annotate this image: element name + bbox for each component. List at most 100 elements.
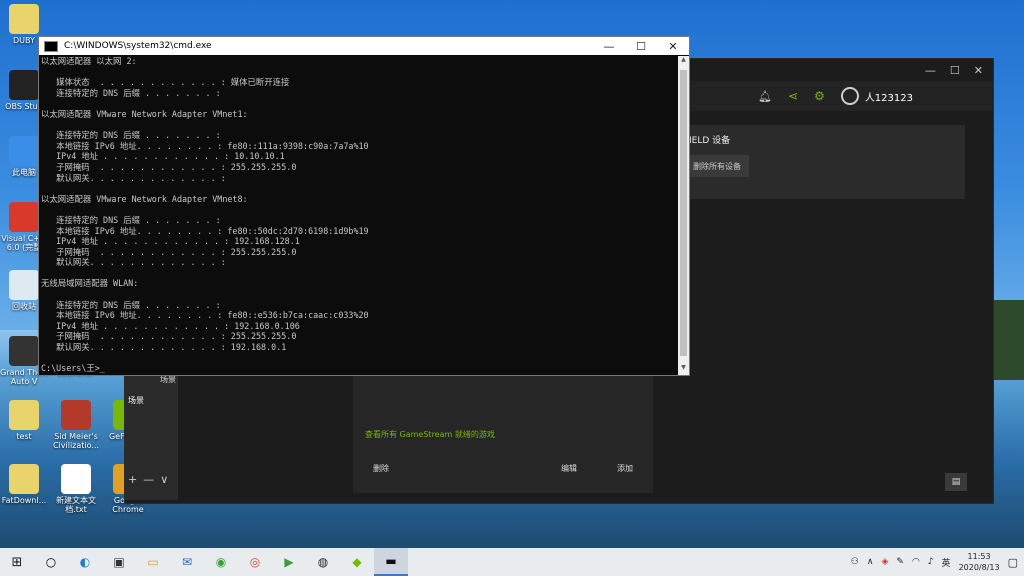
cmd-line: 以太网适配器 以太网 2:	[41, 56, 137, 66]
desktop-icon[interactable]: 新建文本文档.txt	[52, 464, 100, 514]
cmd-line: 本地链接 IPv6 地址. . . . . . . . : fe80::50dc…	[41, 225, 369, 236]
nv-close-button[interactable]: ✕	[974, 64, 983, 77]
tray-chevron-up-icon[interactable]: ∧	[867, 557, 874, 567]
media-player-icon[interactable]: ▶	[272, 548, 306, 576]
cmd-minimize-button[interactable]: —	[593, 40, 625, 53]
cmd-line: 无线局域网适配器 WLAN:	[41, 278, 139, 289]
cmd-line: IPv4 地址 . . . . . . . . . . . . : 192.16…	[41, 320, 300, 331]
desktop-app-icon	[9, 336, 39, 366]
desktop-app-icon	[9, 202, 39, 232]
edge-legacy-icon[interactable]: ◉	[204, 548, 238, 576]
cmd-window-title: C:\WINDOWS\system32\cmd.exe	[64, 41, 212, 51]
cmd-taskbar-icon[interactable]: ▬	[374, 548, 408, 576]
start-windows-icon[interactable]: ⊞	[0, 548, 34, 576]
bell-icon[interactable]: 🔔︎	[758, 90, 772, 103]
desktop-icon-label: 新建文本文档.txt	[56, 496, 96, 514]
file-explorer-icon[interactable]: ▭	[136, 548, 170, 576]
cmd-line	[41, 268, 677, 279]
cmd-close-button[interactable]: ✕	[657, 40, 689, 53]
cmd-line: 连接特定的 DNS 后缀 . . . . . . . :	[41, 214, 221, 225]
desktop-app-icon	[9, 400, 39, 430]
nv-minimize-button[interactable]: —	[925, 64, 936, 77]
remove-scene-button[interactable]: —	[143, 473, 154, 486]
clock[interactable]: 11:53 2020/8/13	[959, 551, 1000, 573]
shield-devices-panel: IELD 设备 删除所有设备	[685, 125, 965, 199]
notification-icon[interactable]: ▢	[1008, 556, 1018, 569]
shield-devices-title: IELD 设备	[689, 136, 731, 146]
desktop-icon-label: FatDownl...	[1, 496, 47, 505]
add-button[interactable]: 添加	[617, 463, 633, 474]
cmd-scrollbar[interactable]: ▲ ▼	[678, 56, 689, 375]
obs-scene-controls: + — ∨	[128, 473, 168, 486]
cmd-line: 默认网关. . . . . . . . . . . . . :	[41, 172, 226, 183]
system-tray: ⚇ ∧ ◈ ✎ ◠ ♪ 英 11:53 2020/8/13 ▢	[851, 551, 1024, 573]
ime-indicator[interactable]: 英	[942, 556, 951, 569]
cmd-line	[41, 353, 677, 364]
desktop-icon-label: test	[16, 432, 32, 441]
chat-icon[interactable]: ▤	[945, 473, 967, 491]
gamestream-games-link[interactable]: 查看所有 GameStream 就绪的游戏	[365, 429, 495, 440]
search-circle-icon[interactable]: ○	[34, 548, 68, 576]
edit-button[interactable]: 编辑	[561, 463, 577, 474]
cmd-line: 连接特定的 DNS 后缀 . . . . . . . :	[41, 130, 221, 141]
scroll-down-arrow-icon[interactable]: ▼	[678, 364, 689, 375]
settings-gear-icon[interactable]: ⚙	[814, 89, 825, 103]
add-scene-button[interactable]: +	[128, 473, 137, 486]
delete-button[interactable]: 删除	[373, 463, 389, 474]
cmd-line	[41, 183, 677, 194]
nvidia-icon[interactable]: ◆	[340, 548, 374, 576]
cmd-title-bar[interactable]: C:\WINDOWS\system32\cmd.exe — ☐ ✕	[39, 37, 689, 55]
cmd-line: IPv4 地址 . . . . . . . . . . . . : 10.10.…	[41, 151, 285, 162]
mail-icon[interactable]: ✉	[170, 548, 204, 576]
cmd-window[interactable]: C:\WINDOWS\system32\cmd.exe — ☐ ✕ 以太网适配器…	[38, 36, 690, 376]
nv-maximize-button[interactable]: ☐	[950, 64, 960, 77]
cmd-line: 连接特定的 DNS 后缀 . . . . . . . :	[41, 299, 221, 310]
cmd-line: 本地链接 IPv6 地址. . . . . . . . : fe80::111a…	[41, 140, 369, 151]
desktop-icon[interactable]: test	[0, 400, 48, 441]
cmd-line	[41, 67, 677, 78]
cmd-output[interactable]: 以太网适配器 以太网 2: 媒体状态 . . . . . . . . . . .…	[41, 56, 677, 375]
volume-icon[interactable]: ♪	[928, 557, 934, 567]
cmd-line: 连接特定的 DNS 后缀 . . . . . . . :	[41, 87, 221, 98]
desktop-icon[interactable]: Sid Meier's Civilizatio...	[52, 400, 100, 450]
chrome-icon[interactable]: ◎	[238, 548, 272, 576]
avatar	[840, 87, 859, 105]
games-panel: 查看所有 GameStream 就绪的游戏 删除 编辑 添加	[353, 375, 653, 493]
people-icon[interactable]: ⚇	[851, 557, 859, 567]
share-icon[interactable]: ⋖	[788, 89, 798, 103]
username: 人123123	[864, 92, 913, 104]
store-icon[interactable]: ▣	[102, 548, 136, 576]
cmd-line	[41, 289, 677, 300]
desktop-app-icon	[9, 70, 39, 100]
scroll-up-arrow-icon[interactable]: ▲	[678, 56, 689, 67]
edge-icon[interactable]: ◐	[68, 548, 102, 576]
cmd-line: IPv4 地址 . . . . . . . . . . . . : 192.16…	[41, 236, 300, 247]
desktop-app-icon	[9, 136, 39, 166]
cmd-maximize-button[interactable]: ☐	[625, 40, 657, 53]
desktop-app-icon	[9, 270, 39, 300]
scene-options-button[interactable]: ∨	[160, 473, 168, 486]
cmd-app-icon	[44, 40, 58, 52]
taskbar: ⊞ ○ ◐ ▣ ▭ ✉ ◉ ◎ ▶ ◍ ◆ ▬ ⚇ ∧ ◈ ✎ ◠ ♪ 英 11…	[0, 548, 1024, 576]
obs-scene-item[interactable]: 场景	[124, 385, 178, 406]
obs-scenes-panel: 场景 场景 + — ∨	[124, 372, 178, 500]
remove-all-devices-button[interactable]: 删除所有设备	[685, 155, 749, 177]
cmd-line: 以太网适配器 VMware Network Adapter VMnet1:	[41, 108, 248, 119]
tray-app-icon[interactable]: ◈	[881, 557, 888, 567]
cmd-line: 默认网关. . . . . . . . . . . . . :	[41, 257, 226, 268]
pen-icon[interactable]: ✎	[896, 557, 904, 567]
network-icon[interactable]: ◠	[912, 557, 920, 567]
cmd-line: 子网掩码 . . . . . . . . . . . . : 255.255.2…	[41, 246, 297, 257]
user-profile[interactable]: 人123123	[840, 87, 913, 105]
cmd-line: C:\Users\王>_	[41, 363, 105, 374]
cmd-line: 本地链接 IPv6 地址. . . . . . . . : fe80::e536…	[41, 310, 369, 321]
obs-icon[interactable]: ◍	[306, 548, 340, 576]
cmd-line	[41, 204, 677, 215]
scroll-thumb[interactable]	[680, 70, 687, 356]
desktop-icon[interactable]: FatDownl...	[0, 464, 48, 505]
desktop-app-icon	[61, 464, 91, 494]
desktop-app-icon	[61, 400, 91, 430]
cmd-line: 默认网关. . . . . . . . . . . . . : 192.168.…	[41, 342, 287, 353]
cmd-line	[41, 120, 677, 131]
clock-time: 11:53	[967, 552, 991, 561]
